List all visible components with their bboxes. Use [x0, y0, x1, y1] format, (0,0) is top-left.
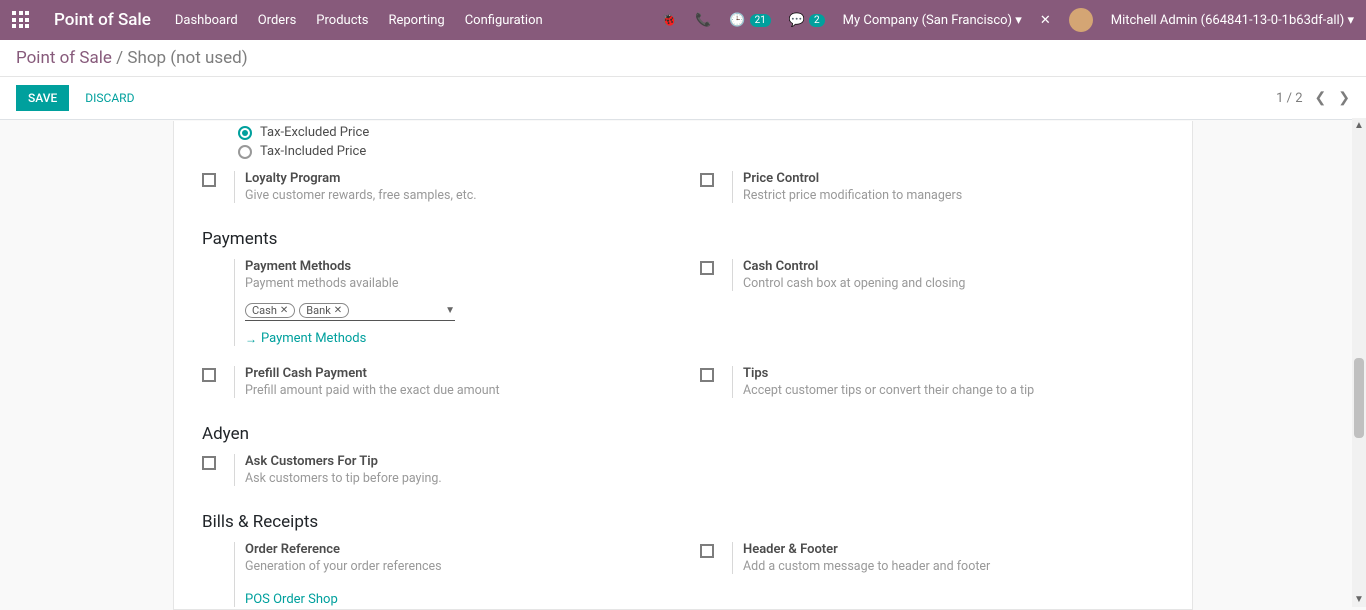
header-footer-title: Header & Footer	[743, 542, 1164, 557]
order-ref-title: Order Reference	[245, 542, 700, 557]
radio-tax-included-label: Tax-Included Price	[260, 144, 366, 159]
scroll-up-icon[interactable]: ▲	[1354, 120, 1364, 131]
user-menu[interactable]: Mitchell Admin (664841-13-0-1b63df-all) …	[1111, 13, 1354, 28]
order-ref-link[interactable]: POS Order Shop	[245, 592, 700, 607]
tools-icon[interactable]: ✕	[1040, 13, 1051, 28]
save-button[interactable]: SAVE	[16, 85, 69, 111]
nav-menu: Dashboard Orders Products Reporting Conf…	[175, 13, 543, 28]
company-selector[interactable]: My Company (San Francisco) ▾	[843, 13, 1022, 28]
checkbox-cash-control[interactable]	[700, 261, 714, 275]
nav-orders[interactable]: Orders	[258, 13, 297, 28]
action-bar: SAVE DISCARD 1 / 2 ❮ ❯	[0, 77, 1366, 120]
prefill-title: Prefill Cash Payment	[245, 366, 700, 381]
checkbox-prefill[interactable]	[202, 368, 216, 382]
arrow-right-icon: →	[245, 332, 257, 346]
checkbox-ask-tip[interactable]	[202, 456, 216, 470]
payment-methods-title: Payment Methods	[245, 259, 700, 274]
checkbox-price-control[interactable]	[700, 173, 714, 187]
payment-methods-desc: Payment methods available	[245, 276, 700, 291]
nav-dashboard[interactable]: Dashboard	[175, 13, 238, 28]
tag-cash-remove[interactable]: ✕	[280, 305, 288, 316]
header-footer-desc: Add a custom message to header and foote…	[743, 559, 1164, 574]
chat-icon[interactable]: 💬2	[789, 13, 825, 28]
loyalty-title: Loyalty Program	[245, 171, 700, 186]
nav-reporting[interactable]: Reporting	[388, 13, 444, 28]
nav-products[interactable]: Products	[316, 13, 368, 28]
section-payments: Payments	[202, 229, 1164, 249]
breadcrumb-root[interactable]: Point of Sale	[16, 48, 112, 68]
brand-title: Point of Sale	[54, 10, 151, 30]
order-ref-desc: Generation of your order references	[245, 559, 700, 574]
pager-text: 1 / 2	[1276, 91, 1302, 106]
chevron-down-icon[interactable]: ▼	[445, 305, 455, 316]
scroll-thumb[interactable]	[1354, 358, 1364, 438]
tag-cash: Cash✕	[245, 303, 295, 318]
tag-bank-remove[interactable]: ✕	[334, 305, 342, 316]
cash-control-title: Cash Control	[743, 259, 1164, 274]
top-nav: Point of Sale Dashboard Orders Products …	[0, 0, 1366, 40]
breadcrumb: Point of Sale / Shop (not used)	[16, 48, 1350, 68]
cash-control-desc: Control cash box at opening and closing	[743, 276, 1164, 291]
section-bills: Bills & Receipts	[202, 512, 1164, 532]
price-control-title: Price Control	[743, 171, 1164, 186]
activity-count: 21	[750, 14, 771, 27]
activity-icon[interactable]: 🕒21	[729, 13, 770, 28]
payment-methods-link[interactable]: →Payment Methods	[245, 331, 700, 346]
tips-desc: Accept customer tips or convert their ch…	[743, 383, 1164, 398]
section-adyen: Adyen	[202, 424, 1164, 444]
scroll-down-icon[interactable]: ▼	[1354, 594, 1364, 605]
pager-prev[interactable]: ❮	[1315, 90, 1327, 106]
ask-tip-title: Ask Customers For Tip	[245, 454, 700, 469]
radio-tax-excluded[interactable]	[238, 126, 252, 140]
checkbox-tips[interactable]	[700, 368, 714, 382]
settings-form: Tax-Excluded Price Tax-Included Price Lo…	[173, 121, 1193, 610]
phone-icon[interactable]: 📞	[695, 13, 711, 28]
ask-tip-desc: Ask customers to tip before paying.	[245, 471, 700, 486]
debug-icon[interactable]: 🐞	[661, 13, 677, 28]
scrollbar[interactable]: ▲ ▼	[1352, 118, 1366, 607]
nav-configuration[interactable]: Configuration	[465, 13, 543, 28]
payment-methods-input[interactable]: Cash✕ Bank✕ ▼	[245, 303, 455, 321]
apps-icon[interactable]	[12, 11, 30, 29]
discard-button[interactable]: DISCARD	[85, 91, 134, 105]
tag-bank: Bank✕	[299, 303, 349, 318]
price-control-desc: Restrict price modification to managers	[743, 188, 1164, 203]
checkbox-header-footer[interactable]	[700, 544, 714, 558]
loyalty-desc: Give customer rewards, free samples, etc…	[245, 188, 700, 203]
pager: 1 / 2 ❮ ❯	[1276, 90, 1350, 106]
pager-next[interactable]: ❯	[1338, 90, 1350, 106]
breadcrumb-bar: Point of Sale / Shop (not used)	[0, 40, 1366, 77]
tips-title: Tips	[743, 366, 1164, 381]
radio-tax-excluded-label: Tax-Excluded Price	[260, 125, 369, 140]
chat-count: 2	[809, 14, 825, 27]
radio-tax-included[interactable]	[238, 145, 252, 159]
checkbox-loyalty[interactable]	[202, 173, 216, 187]
avatar[interactable]	[1069, 8, 1093, 32]
prefill-desc: Prefill amount paid with the exact due a…	[245, 383, 700, 398]
breadcrumb-current: Shop (not used)	[127, 48, 247, 68]
